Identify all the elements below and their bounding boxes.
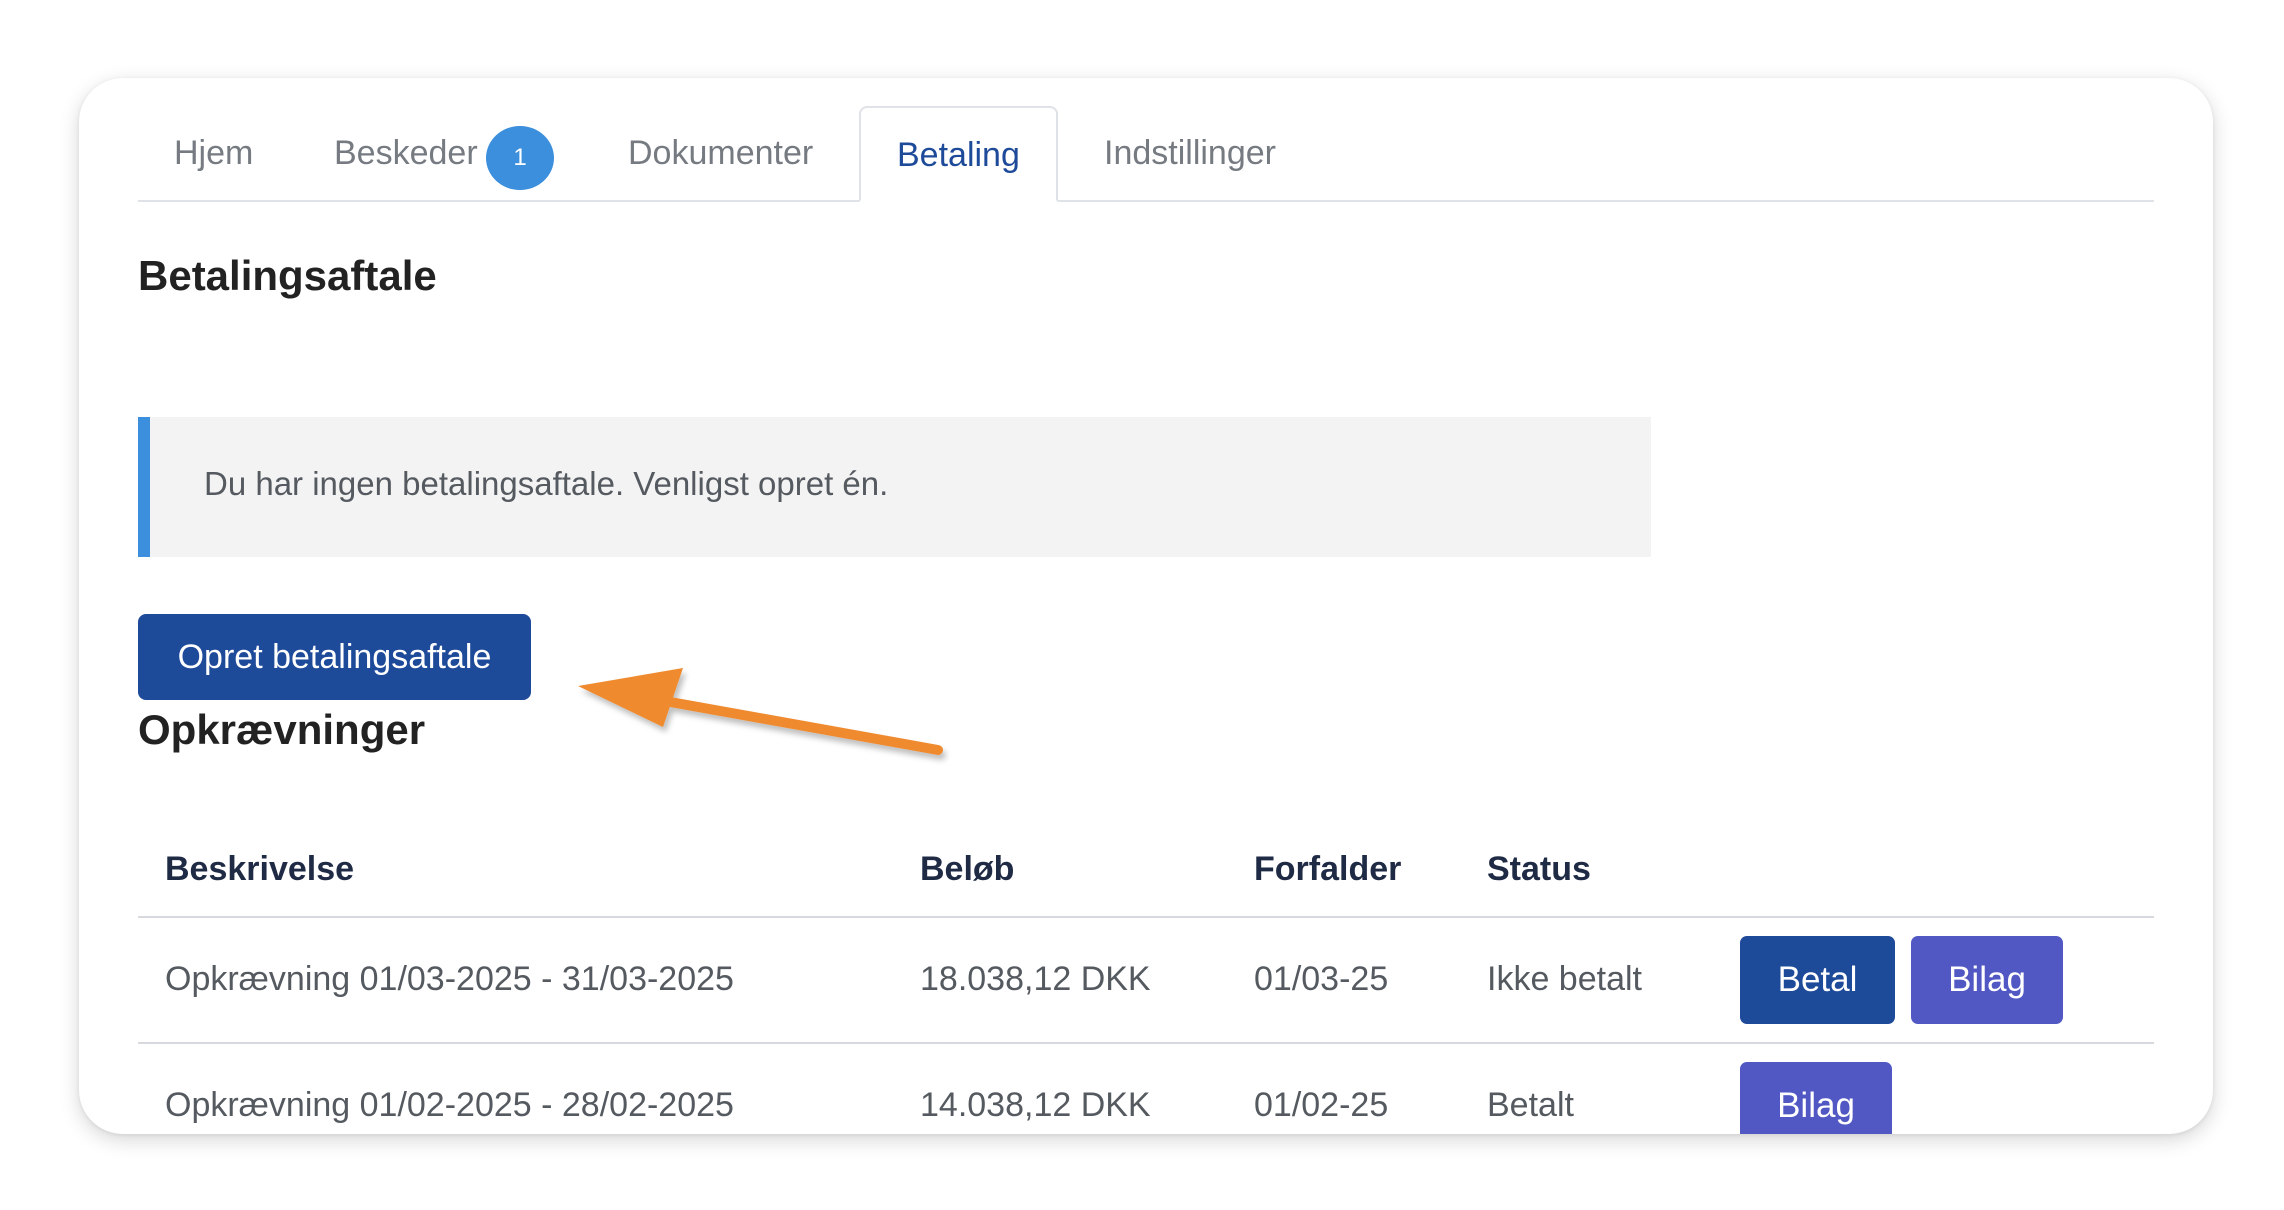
charges-table: Beskrivelse Beløb Forfalder Status Opkræ…: [138, 828, 2154, 1134]
column-header-amount: Beløb: [920, 850, 1015, 888]
pay-button[interactable]: Betal: [1740, 936, 1895, 1024]
charge-due-date: 01/02-25: [1254, 1086, 1389, 1124]
tab-home[interactable]: Hjem: [174, 106, 253, 200]
create-agreement-button[interactable]: Opret betalingsaftale: [138, 614, 531, 700]
charge-status: Ikke betalt: [1487, 960, 1642, 998]
agreement-heading: Betalingsaftale: [138, 252, 437, 299]
notice-text: Du har ingen betalingsaftale. Venligst o…: [204, 465, 889, 502]
charge-status: Betalt: [1487, 1086, 1574, 1124]
tab-documents[interactable]: Dokumenter: [628, 106, 813, 200]
unread-count-badge: 1: [486, 126, 554, 190]
voucher-button[interactable]: Bilag: [1911, 936, 2063, 1024]
tab-messages[interactable]: Beskeder: [334, 106, 478, 200]
tab-bar: Hjem Beskeder 1 Dokumenter Betaling Inds…: [138, 106, 2154, 202]
table-row: Opkrævning 01/02-2025 - 28/02-2025 14.03…: [138, 1044, 2154, 1134]
table-header: Beskrivelse Beløb Forfalder Status: [138, 828, 2154, 918]
payment-card: Hjem Beskeder 1 Dokumenter Betaling Inds…: [79, 78, 2213, 1134]
no-agreement-notice: Du har ingen betalingsaftale. Venligst o…: [138, 417, 1651, 557]
tab-payment[interactable]: Betaling: [859, 106, 1058, 202]
charge-amount: 14.038,12 DKK: [920, 1086, 1151, 1124]
charge-description: Opkrævning 01/02-2025 - 28/02-2025: [165, 1086, 734, 1124]
voucher-button[interactable]: Bilag: [1740, 1062, 1892, 1134]
card-content: Hjem Beskeder 1 Dokumenter Betaling Inds…: [138, 106, 2154, 1134]
charge-amount: 18.038,12 DKK: [920, 960, 1151, 998]
tab-settings[interactable]: Indstillinger: [1104, 106, 1276, 200]
column-header-description: Beskrivelse: [165, 850, 355, 888]
charge-due-date: 01/03-25: [1254, 960, 1389, 998]
column-header-status: Status: [1487, 850, 1591, 888]
charge-description: Opkrævning 01/03-2025 - 31/03-2025: [165, 960, 734, 998]
charges-heading: Opkrævninger: [138, 706, 426, 753]
table-row: Opkrævning 01/03-2025 - 31/03-2025 18.03…: [138, 918, 2154, 1044]
column-header-due: Forfalder: [1254, 850, 1402, 888]
